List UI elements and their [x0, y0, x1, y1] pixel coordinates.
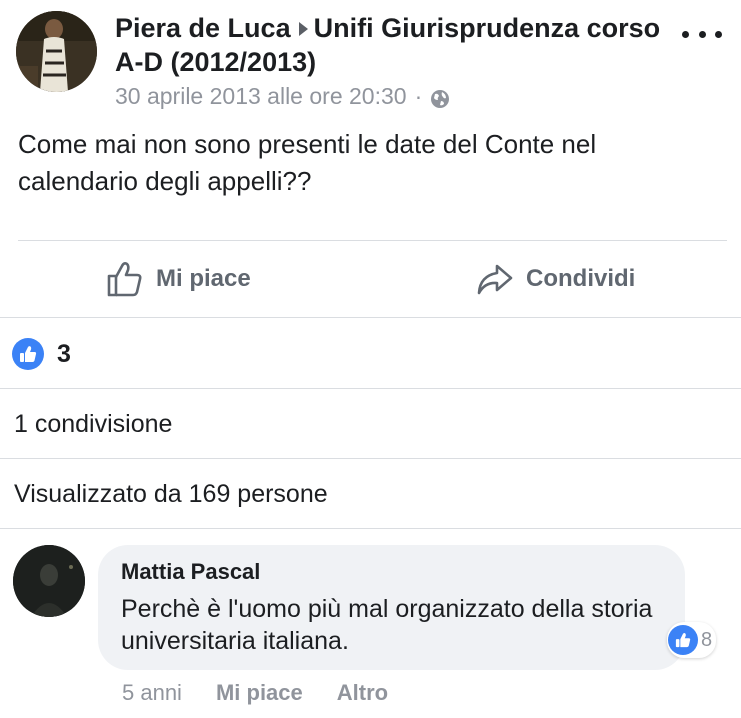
like-button[interactable]: Mi piace [106, 259, 251, 299]
post-meta: 30 aprile 2013 alle ore 20:30 · [115, 81, 675, 111]
views-count[interactable]: Visualizzato da 169 persone [14, 480, 328, 509]
divider [0, 388, 741, 389]
like-label: Mi piace [156, 265, 251, 292]
shares-count[interactable]: 1 condivisione [14, 410, 172, 439]
comment-author[interactable]: Mattia Pascal [121, 559, 260, 585]
post-timestamp[interactable]: 30 aprile 2013 alle ore 20:30 [115, 81, 407, 111]
divider [0, 317, 741, 318]
comment-more-button[interactable]: Altro [337, 680, 388, 706]
comment-text: Perchè è l'uomo più mal organizzato dell… [121, 595, 653, 655]
comment-actions: 5 anni Mi piace Altro [122, 680, 422, 706]
more-dots-icon[interactable] [682, 22, 722, 46]
author-name[interactable]: Piera de Luca [115, 13, 291, 43]
share-button[interactable]: Condividi [476, 259, 635, 299]
post-header: Piera de Luca Unifi Giurisprudenza corso … [0, 0, 741, 120]
divider [0, 528, 741, 529]
comment-reaction-count: 8 [701, 628, 713, 651]
comment-bubble: Mattia Pascal Perchè è l'uomo più mal or… [98, 545, 685, 670]
avatar[interactable] [16, 11, 97, 92]
comment-like-button[interactable]: Mi piace [216, 680, 303, 706]
like-reaction-icon [12, 338, 44, 370]
globe-icon [430, 86, 450, 108]
action-bar: Mi piace Condividi [0, 241, 741, 317]
comment-avatar[interactable] [13, 545, 85, 617]
meta-separator: · [414, 83, 423, 109]
reaction-count: 3 [57, 339, 71, 368]
reaction-summary[interactable]: 3 [12, 337, 71, 371]
thumbs-up-icon [107, 262, 142, 297]
divider [0, 458, 741, 459]
post-title: Piera de Luca Unifi Giurisprudenza corso … [115, 11, 675, 79]
comment-reaction-summary[interactable]: 8 [667, 622, 717, 658]
share-label: Condividi [526, 265, 636, 292]
like-reaction-icon [668, 625, 698, 655]
caret-right-icon [298, 21, 308, 36]
header-text: Piera de Luca Unifi Giurisprudenza corso … [115, 11, 675, 111]
comment-age[interactable]: 5 anni [122, 680, 182, 706]
share-arrow-icon [477, 264, 513, 295]
post-body: Come mai non sono presenti le date del C… [18, 129, 597, 196]
